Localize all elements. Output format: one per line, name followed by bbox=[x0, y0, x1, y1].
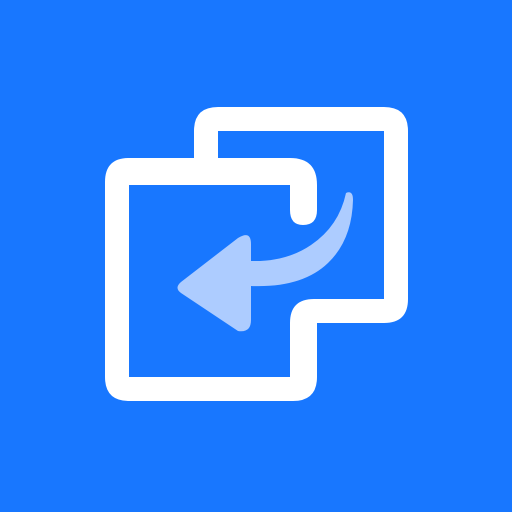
app-icon bbox=[0, 0, 512, 512]
icon-graphic bbox=[0, 0, 512, 512]
background-tile bbox=[0, 0, 512, 512]
